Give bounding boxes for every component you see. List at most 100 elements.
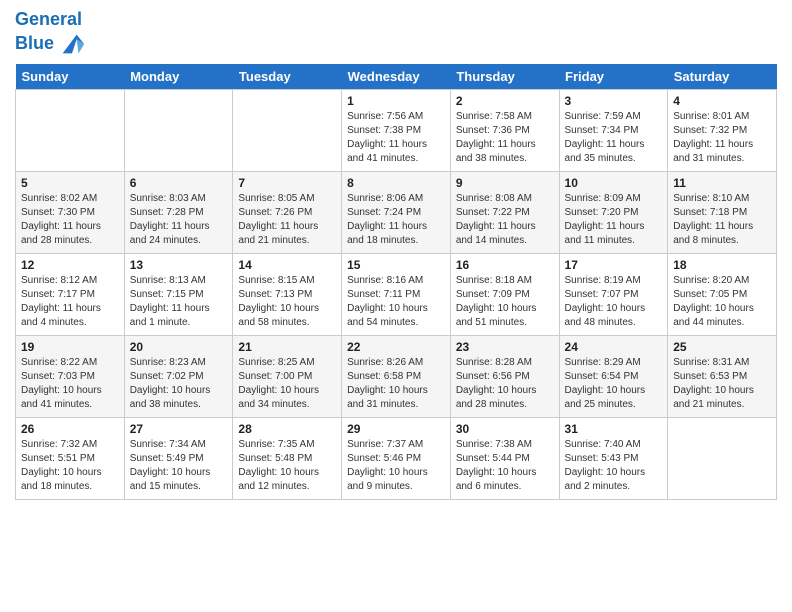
day-info: Sunrise: 7:38 AM Sunset: 5:44 PM Dayligh…	[456, 438, 554, 494]
calendar-header-row: SundayMondayTuesdayWednesdayThursdayFrid…	[16, 64, 777, 90]
calendar-week-3: 19 Sunrise: 8:22 AM Sunset: 7:03 PM Dayli…	[16, 335, 777, 417]
calendar-week-1: 5 Sunrise: 8:02 AM Sunset: 7:30 PM Daylig…	[16, 171, 777, 253]
day-number: 26	[21, 422, 119, 436]
day-info: Sunrise: 8:08 AM Sunset: 7:22 PM Dayligh…	[456, 192, 554, 248]
day-info: Sunrise: 8:22 AM Sunset: 7:03 PM Dayligh…	[21, 356, 119, 412]
calendar-cell: 28 Sunrise: 7:35 AM Sunset: 5:48 PM Dayli…	[233, 417, 342, 499]
day-number: 3	[565, 94, 663, 108]
day-info: Sunrise: 8:03 AM Sunset: 7:28 PM Dayligh…	[130, 192, 228, 248]
calendar-cell: 16 Sunrise: 8:18 AM Sunset: 7:09 PM Dayli…	[450, 253, 559, 335]
day-number: 24	[565, 340, 663, 354]
logo-text: General	[15, 10, 86, 30]
day-number: 6	[130, 176, 228, 190]
calendar-cell: 10Sunrise: 8:09 AM Sunset: 7:20 PM Dayli…	[559, 171, 668, 253]
calendar-cell: 14Sunrise: 8:15 AM Sunset: 7:13 PM Dayli…	[233, 253, 342, 335]
calendar-cell: 25Sunrise: 8:31 AM Sunset: 6:53 PM Dayli…	[668, 335, 777, 417]
day-number: 19	[21, 340, 119, 354]
day-number: 27	[130, 422, 228, 436]
calendar-cell: 2Sunrise: 7:58 AM Sunset: 7:36 PM Daylig…	[450, 89, 559, 171]
calendar-cell	[233, 89, 342, 171]
day-info: Sunrise: 8:12 AM Sunset: 7:17 PM Dayligh…	[21, 274, 119, 330]
calendar-cell: 5 Sunrise: 8:02 AM Sunset: 7:30 PM Daylig…	[16, 171, 125, 253]
calendar-cell	[668, 417, 777, 499]
day-info: Sunrise: 8:19 AM Sunset: 7:07 PM Dayligh…	[565, 274, 663, 330]
calendar-cell	[16, 89, 125, 171]
day-info: Sunrise: 7:40 AM Sunset: 5:43 PM Dayligh…	[565, 438, 663, 494]
day-number: 22	[347, 340, 445, 354]
day-number: 10	[565, 176, 663, 190]
calendar-cell: 23 Sunrise: 8:28 AM Sunset: 6:56 PM Dayli…	[450, 335, 559, 417]
col-header-monday: Monday	[124, 64, 233, 90]
day-number: 5	[21, 176, 119, 190]
day-number: 18	[673, 258, 771, 272]
calendar-cell: 29 Sunrise: 7:37 AM Sunset: 5:46 PM Dayli…	[342, 417, 451, 499]
day-info: Sunrise: 8:05 AM Sunset: 7:26 PM Dayligh…	[238, 192, 336, 248]
day-number: 28	[238, 422, 336, 436]
day-number: 15	[347, 258, 445, 272]
day-info: Sunrise: 8:06 AM Sunset: 7:24 PM Dayligh…	[347, 192, 445, 248]
day-number: 29	[347, 422, 445, 436]
calendar-week-0: 1 Sunrise: 7:56 AM Sunset: 7:38 PM Daylig…	[16, 89, 777, 171]
day-info: Sunrise: 8:23 AM Sunset: 7:02 PM Dayligh…	[130, 356, 228, 412]
calendar-cell: 3Sunrise: 7:59 AM Sunset: 7:34 PM Daylig…	[559, 89, 668, 171]
day-number: 8	[347, 176, 445, 190]
calendar-cell: 4 Sunrise: 8:01 AM Sunset: 7:32 PM Daylig…	[668, 89, 777, 171]
day-number: 4	[673, 94, 771, 108]
day-number: 17	[565, 258, 663, 272]
logo-icon	[58, 30, 86, 58]
calendar-table: SundayMondayTuesdayWednesdayThursdayFrid…	[15, 64, 777, 500]
calendar-cell: 8 Sunrise: 8:06 AM Sunset: 7:24 PM Daylig…	[342, 171, 451, 253]
col-header-friday: Friday	[559, 64, 668, 90]
calendar-cell	[124, 89, 233, 171]
day-info: Sunrise: 7:58 AM Sunset: 7:36 PM Dayligh…	[456, 110, 554, 166]
day-info: Sunrise: 7:34 AM Sunset: 5:49 PM Dayligh…	[130, 438, 228, 494]
calendar-cell: 17 Sunrise: 8:19 AM Sunset: 7:07 PM Dayli…	[559, 253, 668, 335]
day-number: 7	[238, 176, 336, 190]
day-info: Sunrise: 7:35 AM Sunset: 5:48 PM Dayligh…	[238, 438, 336, 494]
col-header-sunday: Sunday	[16, 64, 125, 90]
day-info: Sunrise: 8:02 AM Sunset: 7:30 PM Dayligh…	[21, 192, 119, 248]
day-number: 30	[456, 422, 554, 436]
day-info: Sunrise: 8:10 AM Sunset: 7:18 PM Dayligh…	[673, 192, 771, 248]
calendar-cell: 1 Sunrise: 7:56 AM Sunset: 7:38 PM Daylig…	[342, 89, 451, 171]
day-info: Sunrise: 7:37 AM Sunset: 5:46 PM Dayligh…	[347, 438, 445, 494]
calendar-week-4: 26 Sunrise: 7:32 AM Sunset: 5:51 PM Dayli…	[16, 417, 777, 499]
day-info: Sunrise: 8:01 AM Sunset: 7:32 PM Dayligh…	[673, 110, 771, 166]
day-number: 14	[238, 258, 336, 272]
day-info: Sunrise: 8:20 AM Sunset: 7:05 PM Dayligh…	[673, 274, 771, 330]
logo: General Blue	[15, 10, 86, 58]
calendar-cell: 24Sunrise: 8:29 AM Sunset: 6:54 PM Dayli…	[559, 335, 668, 417]
calendar-cell: 31 Sunrise: 7:40 AM Sunset: 5:43 PM Dayli…	[559, 417, 668, 499]
day-info: Sunrise: 8:18 AM Sunset: 7:09 PM Dayligh…	[456, 274, 554, 330]
day-number: 1	[347, 94, 445, 108]
day-info: Sunrise: 8:16 AM Sunset: 7:11 PM Dayligh…	[347, 274, 445, 330]
calendar-week-2: 12Sunrise: 8:12 AM Sunset: 7:17 PM Dayli…	[16, 253, 777, 335]
day-number: 20	[130, 340, 228, 354]
day-info: Sunrise: 8:25 AM Sunset: 7:00 PM Dayligh…	[238, 356, 336, 412]
day-number: 31	[565, 422, 663, 436]
calendar-cell: 13Sunrise: 8:13 AM Sunset: 7:15 PM Dayli…	[124, 253, 233, 335]
day-info: Sunrise: 7:32 AM Sunset: 5:51 PM Dayligh…	[21, 438, 119, 494]
calendar-cell: 9 Sunrise: 8:08 AM Sunset: 7:22 PM Daylig…	[450, 171, 559, 253]
calendar-cell: 20 Sunrise: 8:23 AM Sunset: 7:02 PM Dayli…	[124, 335, 233, 417]
day-number: 16	[456, 258, 554, 272]
col-header-saturday: Saturday	[668, 64, 777, 90]
page-header: General Blue	[15, 10, 777, 58]
calendar-cell: 22Sunrise: 8:26 AM Sunset: 6:58 PM Dayli…	[342, 335, 451, 417]
calendar-cell: 27 Sunrise: 7:34 AM Sunset: 5:49 PM Dayli…	[124, 417, 233, 499]
calendar-cell: 12Sunrise: 8:12 AM Sunset: 7:17 PM Dayli…	[16, 253, 125, 335]
calendar-cell: 15 Sunrise: 8:16 AM Sunset: 7:11 PM Dayli…	[342, 253, 451, 335]
calendar-cell: 21 Sunrise: 8:25 AM Sunset: 7:00 PM Dayli…	[233, 335, 342, 417]
calendar-cell: 30 Sunrise: 7:38 AM Sunset: 5:44 PM Dayli…	[450, 417, 559, 499]
calendar-cell: 7 Sunrise: 8:05 AM Sunset: 7:26 PM Daylig…	[233, 171, 342, 253]
day-number: 25	[673, 340, 771, 354]
day-number: 21	[238, 340, 336, 354]
day-number: 9	[456, 176, 554, 190]
col-header-wednesday: Wednesday	[342, 64, 451, 90]
day-info: Sunrise: 7:56 AM Sunset: 7:38 PM Dayligh…	[347, 110, 445, 166]
col-header-tuesday: Tuesday	[233, 64, 342, 90]
calendar-cell: 6 Sunrise: 8:03 AM Sunset: 7:28 PM Daylig…	[124, 171, 233, 253]
day-number: 11	[673, 176, 771, 190]
day-info: Sunrise: 8:28 AM Sunset: 6:56 PM Dayligh…	[456, 356, 554, 412]
day-number: 23	[456, 340, 554, 354]
